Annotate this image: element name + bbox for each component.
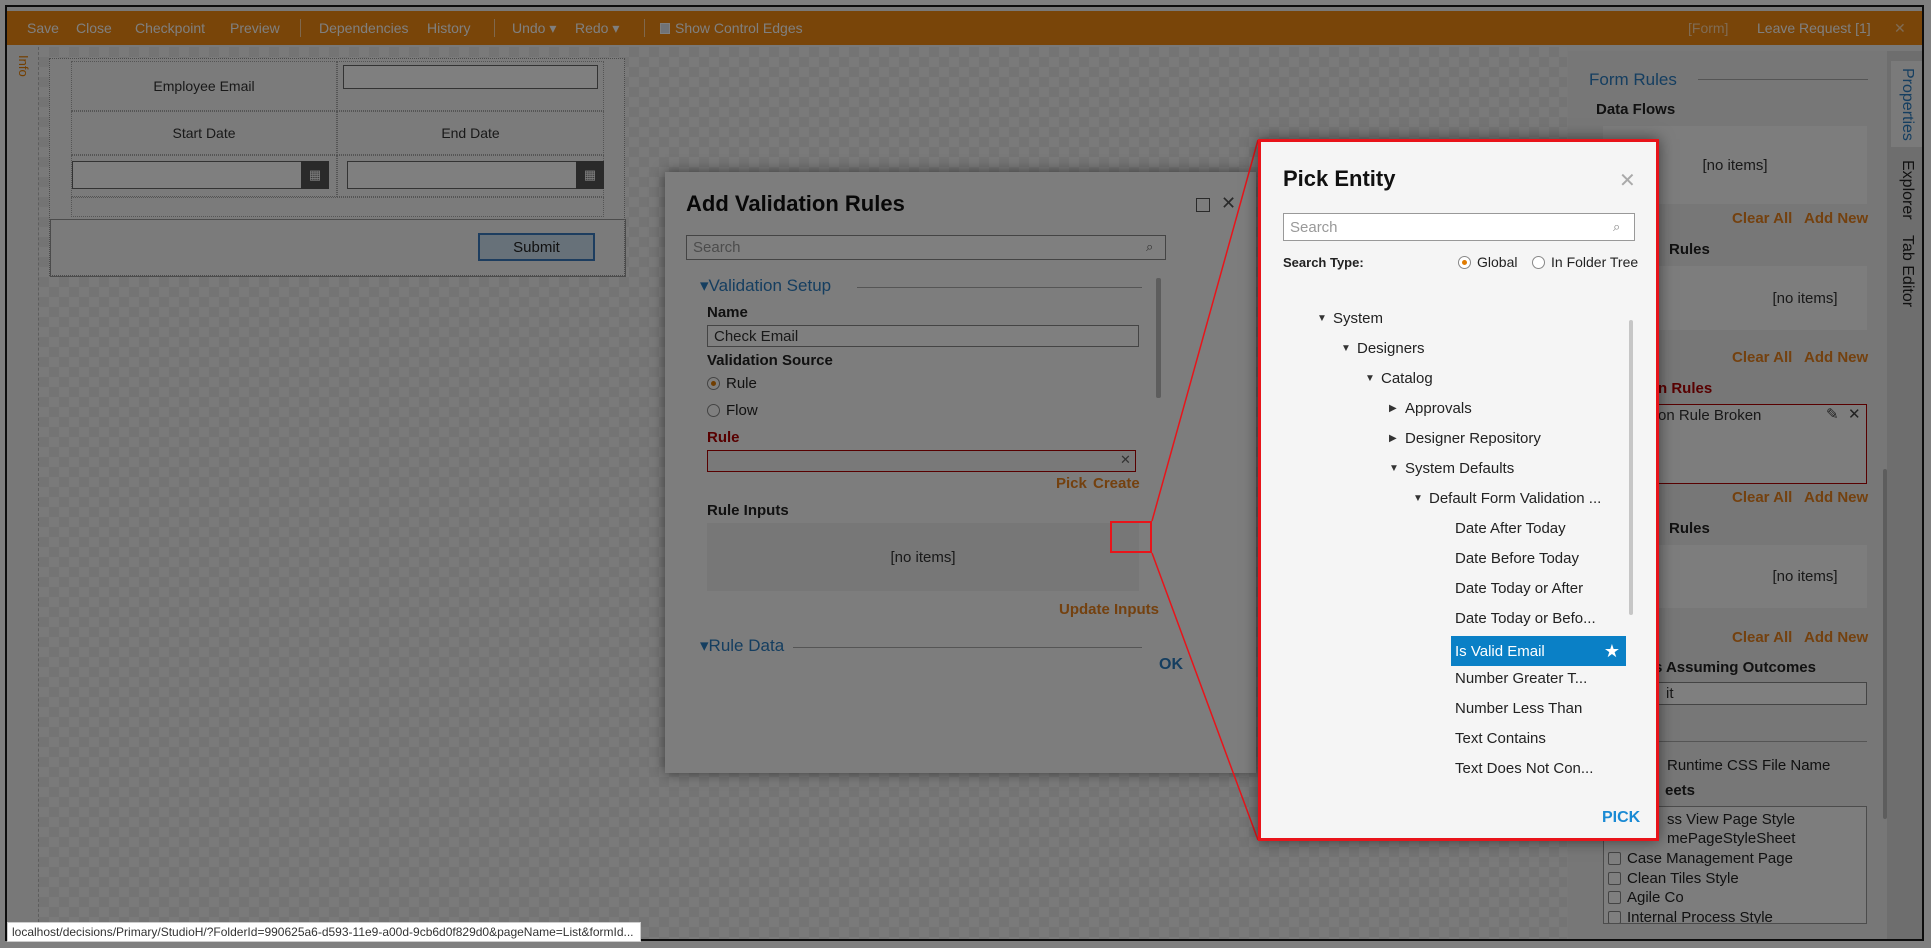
- tree-item[interactable]: Date After Today: [1455, 513, 1566, 543]
- tree-item[interactable]: Date Today or After: [1455, 573, 1583, 603]
- tree-item-label: Date Today or Befo...: [1455, 609, 1596, 627]
- caret-down-icon[interactable]: ▼: [1389, 463, 1405, 474]
- callout-line-top: [1151, 139, 1259, 522]
- tree-item[interactable]: Number Greater T...: [1455, 663, 1587, 693]
- status-bar-url: localhost/decisions/Primary/StudioH/?Fol…: [7, 922, 641, 942]
- radio-button[interactable]: [1532, 256, 1545, 269]
- tree-item-label: Number Greater T...: [1455, 669, 1588, 687]
- tree-item[interactable]: Text Contains: [1455, 723, 1546, 753]
- callout-line-bottom: [1151, 552, 1259, 841]
- dialog-title: Pick Entity: [1283, 166, 1396, 191]
- search-input[interactable]: Search: [1283, 213, 1635, 241]
- caret-down-icon[interactable]: ▼: [1413, 493, 1429, 504]
- radio-in-folder-tree[interactable]: In Folder Tree: [1532, 254, 1638, 270]
- tree-item[interactable]: ▶ Approvals: [1389, 393, 1472, 423]
- tree-item[interactable]: Text Does Not Con...: [1455, 753, 1593, 783]
- tree-item-label: Approvals: [1405, 399, 1472, 417]
- tree-item[interactable]: Is Valid Email ★: [1451, 636, 1626, 666]
- caret-down-icon[interactable]: ▼: [1317, 313, 1333, 324]
- tree-item[interactable]: ▼ Default Form Validation ...: [1413, 483, 1601, 513]
- tree-item[interactable]: Date Before Today: [1455, 543, 1579, 573]
- tree-item-label: Number Less Than: [1455, 699, 1583, 717]
- tree-item-label: Date Before Today: [1455, 549, 1579, 567]
- radio-label: Global: [1477, 254, 1518, 270]
- tree-item[interactable]: ▶ Designer Repository: [1389, 423, 1541, 453]
- tree-item[interactable]: ▼ Catalog: [1365, 363, 1433, 393]
- tree-item[interactable]: ▼ Designers: [1341, 333, 1425, 363]
- search-type-label: Search Type:: [1283, 255, 1364, 270]
- favorite-star-icon[interactable]: ★: [1604, 641, 1620, 662]
- tree-scrollbar[interactable]: [1629, 320, 1633, 615]
- tree-item-label: Default Form Validation ...: [1429, 489, 1602, 507]
- radio-global[interactable]: Global: [1458, 254, 1517, 270]
- caret-right-icon[interactable]: ▶: [1389, 433, 1405, 444]
- caret-down-icon[interactable]: ▼: [1341, 343, 1357, 354]
- tree-item-label: Text Does Not Con...: [1455, 759, 1594, 777]
- close-icon[interactable]: ✕: [1619, 168, 1636, 193]
- tree-item[interactable]: ▼ System Defaults: [1389, 453, 1514, 483]
- search-icon: ⌕: [1613, 219, 1621, 234]
- tree-item-label: Designers: [1357, 339, 1425, 357]
- tree-item[interactable]: Date Today or Befo...: [1455, 603, 1596, 633]
- tree-item-label: Is Valid Email: [1455, 642, 1545, 660]
- pick-button[interactable]: PICK: [1602, 809, 1640, 827]
- tree-item[interactable]: ▼ System: [1317, 303, 1383, 333]
- tree-item-label: Catalog: [1381, 369, 1433, 387]
- caret-down-icon[interactable]: ▼: [1365, 373, 1381, 384]
- tree-item-label: System: [1333, 309, 1384, 327]
- pick-entity-dialog: Pick Entity ✕ Search ⌕ Search Type: Glob…: [1258, 139, 1659, 841]
- tree-item-label: Designer Repository: [1405, 429, 1541, 447]
- caret-right-icon[interactable]: ▶: [1389, 403, 1405, 414]
- tree-item[interactable]: Number Less Than: [1455, 693, 1582, 723]
- radio-label: In Folder Tree: [1551, 254, 1639, 270]
- tree-item-label: Text Contains: [1455, 729, 1546, 747]
- tree-item-label: Date Today or After: [1455, 579, 1584, 597]
- tree-item-label: Date After Today: [1455, 519, 1566, 537]
- tree-item-label: System Defaults: [1405, 459, 1515, 477]
- radio-button[interactable]: [1458, 256, 1471, 269]
